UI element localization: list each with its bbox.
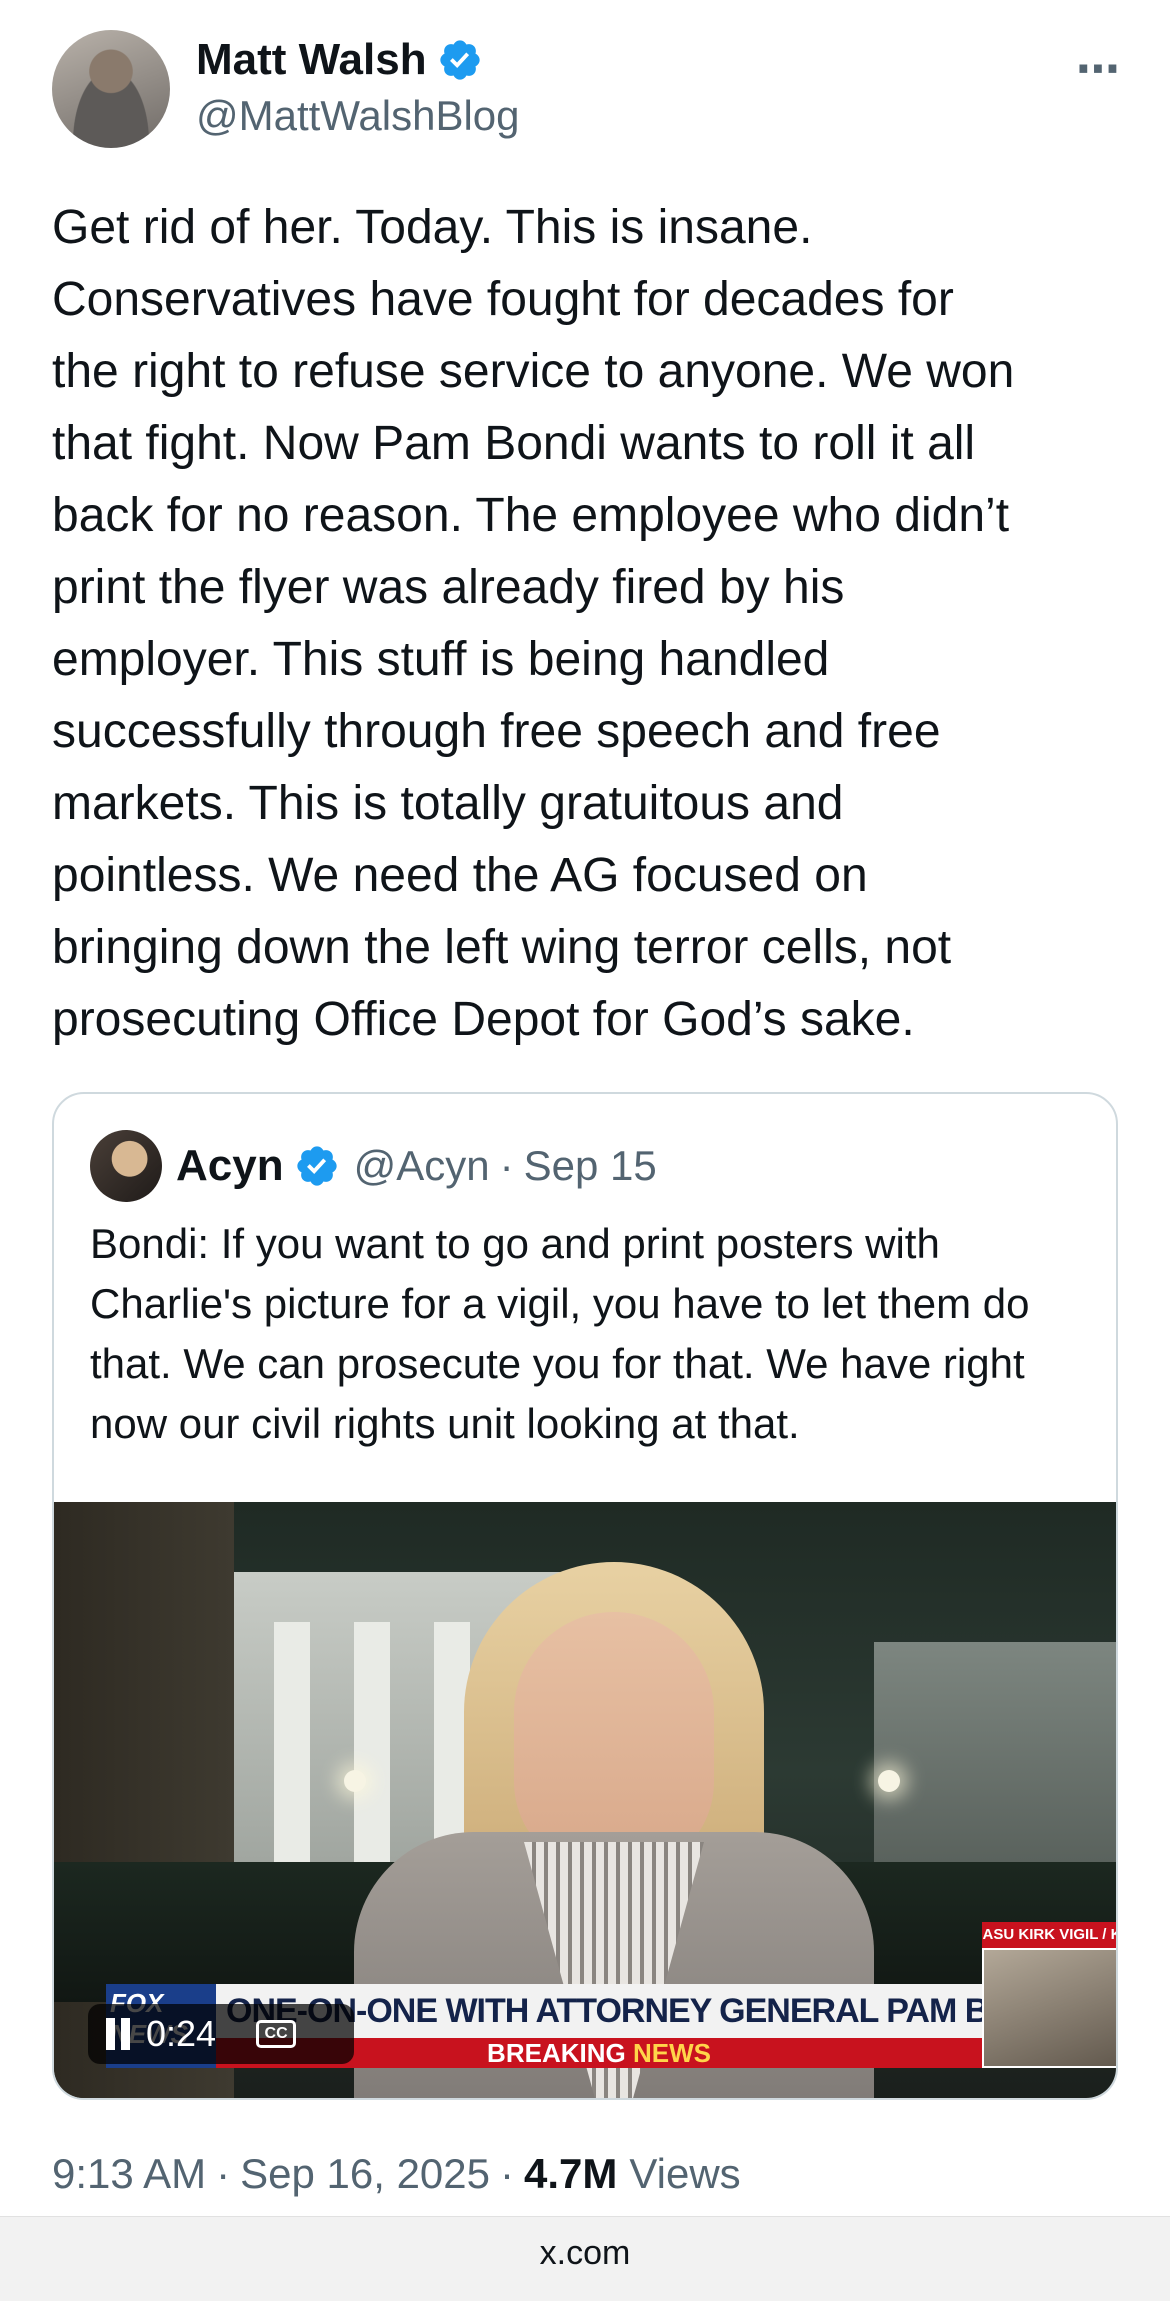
quoted-separator: ·: [499, 1142, 514, 1189]
verified-badge-icon: [439, 40, 480, 80]
quoted-date[interactable]: Sep 15: [524, 1142, 657, 1190]
browser-address-bar[interactable]: x.com: [0, 2216, 1170, 2301]
quoted-tweet[interactable]: Acyn @Acyn · Sep 15 Bondi: If you want t…: [52, 1092, 1118, 2100]
quoted-author-display-name[interactable]: Acyn: [176, 1141, 284, 1191]
author-display-name[interactable]: Matt Walsh: [196, 35, 427, 85]
author-name-row: Matt Walsh: [196, 30, 483, 90]
player-controls: 0:24 CC: [88, 2004, 354, 2064]
tweet-text: Get rid of her. Today. This is insane. C…: [52, 201, 1015, 1046]
video-scene-light: [344, 1770, 366, 1792]
video-time: 0:24: [146, 2013, 217, 2054]
author-avatar[interactable]: [52, 30, 170, 148]
chyron-breaking: BREAKING: [487, 2038, 626, 2068]
author-handle[interactable]: @MattWalshBlog: [196, 92, 520, 140]
tweet-date[interactable]: Sep 16, 2025: [240, 2150, 490, 2198]
browser-url[interactable]: x.com: [0, 2217, 1170, 2289]
inset-label: ASU KIRK VIGIL / KSAZ: [982, 1922, 1116, 1948]
video-scene-light: [878, 1770, 900, 1792]
quoted-tweet-header: Acyn @Acyn · Sep 15: [90, 1130, 657, 1202]
quoted-author-avatar[interactable]: [90, 1130, 162, 1202]
views-label[interactable]: Views: [629, 2150, 740, 2198]
chyron-news: NEWS: [632, 2038, 711, 2068]
tweet-header: Matt Walsh @MattWalshBlog ⋯: [52, 30, 1122, 150]
quoted-verified-badge-icon: [296, 1146, 337, 1186]
quoted-tweet-text: Bondi: If you want to go and print poste…: [90, 1220, 1030, 1447]
tweet-meta: 9:13 AM · Sep 16, 2025 · 4.7M Views: [52, 2150, 741, 2198]
more-options-icon[interactable]: ⋯: [1076, 44, 1122, 95]
meta-separator: ·: [216, 2150, 231, 2197]
views-count[interactable]: 4.7M: [524, 2150, 617, 2198]
inset-video-thumbnail: [982, 1948, 1116, 2068]
closed-captions-icon[interactable]: CC: [256, 2020, 297, 2048]
video-player[interactable]: FOX NEWS ONE-ON-ONE WITH ATTORNEY GENERA…: [54, 1502, 1116, 2098]
pause-icon[interactable]: [104, 2018, 132, 2050]
quoted-author-handle[interactable]: @Acyn: [354, 1142, 490, 1190]
meta-separator: ·: [500, 2150, 514, 2197]
tweet-time[interactable]: 9:13 AM: [52, 2150, 206, 2198]
